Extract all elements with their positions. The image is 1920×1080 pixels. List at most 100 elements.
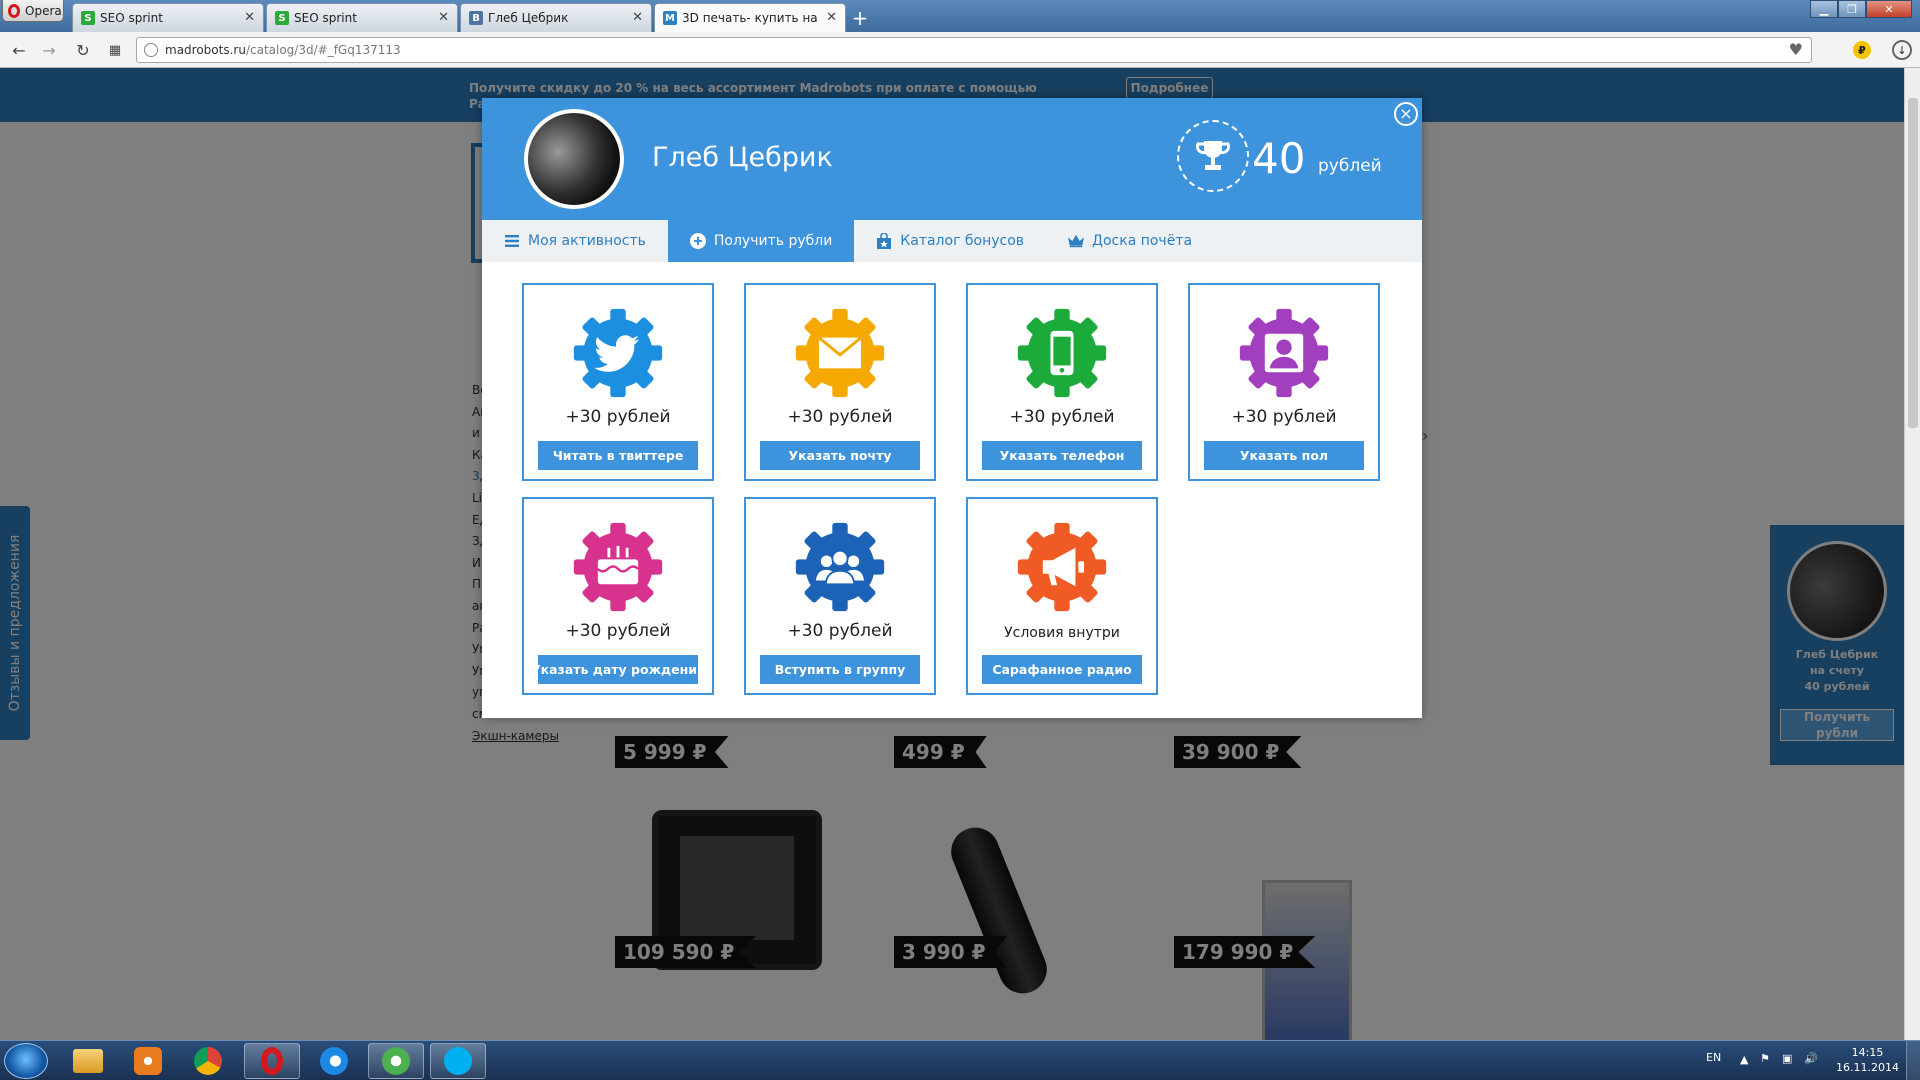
browser-titlebar: Opera S SEO sprint ✕ S SEO sprint ✕ B Гл…: [0, 0, 1920, 32]
tab-label: Получить рубли: [713, 233, 833, 249]
close-tab-icon[interactable]: ✕: [438, 10, 449, 25]
close-tab-icon[interactable]: ✕: [632, 10, 643, 25]
tab-get-rubles[interactable]: Получить рубли: [667, 220, 855, 262]
reward-amount: +30 рублей: [1231, 407, 1337, 427]
twitter-icon: [573, 308, 663, 398]
tab-label: SEO sprint: [294, 11, 357, 25]
browser-tab[interactable]: B Глеб Цебрик ✕: [460, 3, 652, 32]
tray-expand-icon[interactable]: ▲: [1740, 1053, 1748, 1066]
system-tray: EN ▲ ⚑ ▣ 🔊 14:15 16.11.2014: [1700, 1041, 1920, 1080]
tab-label: Каталог бонусов: [900, 233, 1025, 249]
madrobots-favicon-icon: M: [663, 11, 677, 25]
gift-bag-icon: [876, 233, 892, 249]
clock-time: 14:15: [1851, 1046, 1884, 1059]
opera-logo-icon: [8, 3, 20, 18]
heart-bookmark-icon[interactable]: ♥: [1789, 40, 1803, 59]
modal-tabs: Моя активность Получить рубли Каталог бо…: [482, 220, 1422, 262]
page-scrollbar[interactable]: [1904, 68, 1920, 1040]
set-gender-button[interactable]: Указать пол: [1204, 441, 1364, 470]
balance-unit: рублей: [1318, 156, 1382, 176]
close-tab-icon[interactable]: ✕: [244, 10, 255, 25]
window-controls: ▁ ❐ ✕: [1810, 0, 1912, 18]
envelope-icon: [795, 308, 885, 398]
set-email-button[interactable]: Указать почту: [760, 441, 920, 470]
tab-label: Моя активность: [528, 233, 646, 249]
tab-label: Глеб Цебрик: [488, 11, 569, 25]
network-icon[interactable]: ▣: [1782, 1052, 1792, 1065]
action-center-flag-icon[interactable]: ⚑: [1760, 1052, 1770, 1065]
chrome-taskbar-icon[interactable]: [180, 1043, 236, 1079]
join-group-button[interactable]: Вступить в группу: [760, 655, 920, 684]
reward-conditions: Условия внутри: [1004, 625, 1120, 641]
minimize-icon[interactable]: ▁: [1810, 0, 1838, 18]
url-path: /catalog/3d/#_fGq137113: [245, 43, 401, 57]
person-icon: [1239, 308, 1329, 398]
rewards-modal: Глеб Цебрик 40 рублей × Моя активность П…: [482, 98, 1422, 718]
reward-amount: +30 рублей: [565, 621, 671, 641]
back-arrow-icon[interactable]: ←: [8, 39, 30, 61]
reload-icon[interactable]: ↻: [72, 39, 94, 61]
close-tab-icon[interactable]: ✕: [826, 10, 837, 25]
start-button[interactable]: [4, 1043, 48, 1079]
tab-my-activity[interactable]: Моя активность: [482, 220, 668, 262]
skype-taskbar-icon[interactable]: [430, 1043, 486, 1079]
trophy-icon: [1177, 120, 1249, 192]
reward-amount: +30 рублей: [1009, 407, 1115, 427]
reward-card-gender: +30 рублей Указать пол: [1188, 283, 1380, 481]
globe-icon: [144, 43, 158, 57]
ruble-extension-icon[interactable]: ₽: [1853, 41, 1871, 59]
tab-honor-board[interactable]: Доска почёта: [1046, 220, 1214, 262]
volume-icon[interactable]: 🔊: [1804, 1052, 1818, 1065]
follow-twitter-button[interactable]: Читать в твиттере: [538, 441, 698, 470]
reward-amount: +30 рублей: [565, 407, 671, 427]
browser-tab[interactable]: S SEO sprint ✕: [266, 3, 458, 32]
reward-amount: +30 рублей: [787, 621, 893, 641]
avatar: [524, 109, 624, 209]
list-icon: [504, 233, 520, 249]
reward-amount: +30 рублей: [787, 407, 893, 427]
explorer-taskbar-icon[interactable]: [60, 1043, 116, 1079]
opera-taskbar-icon[interactable]: [244, 1043, 300, 1079]
reward-card-phone: +30 рублей Указать телефон: [966, 283, 1158, 481]
set-phone-button[interactable]: Указать телефон: [982, 441, 1142, 470]
phone-icon: [1017, 308, 1107, 398]
balance-amount: 40: [1252, 134, 1306, 183]
media-player-taskbar-icon[interactable]: [120, 1043, 176, 1079]
address-toolbar: ← → ↻ ▦ madrobots.ru/catalog/3d/#_fGq137…: [0, 32, 1920, 68]
clock-date: 16.11.2014: [1836, 1061, 1899, 1074]
restore-icon[interactable]: ❐: [1838, 0, 1866, 18]
reward-card-word-of-mouth: Условия внутри Сарафанное радио: [966, 497, 1158, 695]
reward-card-group: +30 рублей Вступить в группу: [744, 497, 936, 695]
opera-menu-label: Opera: [25, 3, 62, 18]
tab-bonus-catalog[interactable]: Каталог бонусов: [854, 220, 1046, 262]
window-close-icon[interactable]: ✕: [1866, 0, 1912, 18]
vk-favicon-icon: B: [469, 11, 483, 25]
windows-taskbar: EN ▲ ⚑ ▣ 🔊 14:15 16.11.2014: [0, 1040, 1920, 1080]
group-icon: [795, 522, 885, 612]
tab-label: 3D печать- купить на ma: [682, 11, 817, 25]
browser-tab[interactable]: S SEO sprint ✕: [72, 3, 264, 32]
set-birthday-button[interactable]: Указать дату рождения: [531, 655, 705, 684]
cake-icon: [573, 522, 663, 612]
seosprint-favicon-icon: S: [275, 11, 289, 25]
tab-label: SEO sprint: [100, 11, 163, 25]
ie-taskbar-icon[interactable]: [306, 1043, 362, 1079]
url-bar[interactable]: madrobots.ru/catalog/3d/#_fGq137113 ♥: [136, 37, 1812, 63]
reward-card-birthday: +30 рублей Указать дату рождения: [522, 497, 714, 695]
word-of-mouth-button[interactable]: Сарафанное радио: [982, 655, 1142, 684]
browser-tab-active[interactable]: M 3D печать- купить на ma ✕: [654, 3, 846, 32]
show-desktop-button[interactable]: [1906, 1041, 1920, 1080]
modal-close-icon[interactable]: ×: [1394, 102, 1418, 126]
language-indicator[interactable]: EN: [1706, 1051, 1721, 1064]
crown-icon: [1068, 233, 1085, 249]
modal-header: Глеб Цебрик 40 рублей ×: [482, 98, 1422, 220]
download-icon[interactable]: ↓: [1892, 40, 1912, 60]
seosprint-favicon-icon: S: [81, 11, 95, 25]
new-tab-button[interactable]: +: [848, 3, 872, 32]
forward-arrow-icon[interactable]: →: [38, 39, 60, 61]
scrollbar-thumb[interactable]: [1908, 98, 1918, 428]
speed-dial-grid-icon[interactable]: ▦: [104, 39, 126, 61]
utorrent-taskbar-icon[interactable]: [368, 1043, 424, 1079]
opera-menu-button[interactable]: Opera: [2, 0, 64, 22]
clock[interactable]: 14:15 16.11.2014: [1836, 1045, 1899, 1075]
